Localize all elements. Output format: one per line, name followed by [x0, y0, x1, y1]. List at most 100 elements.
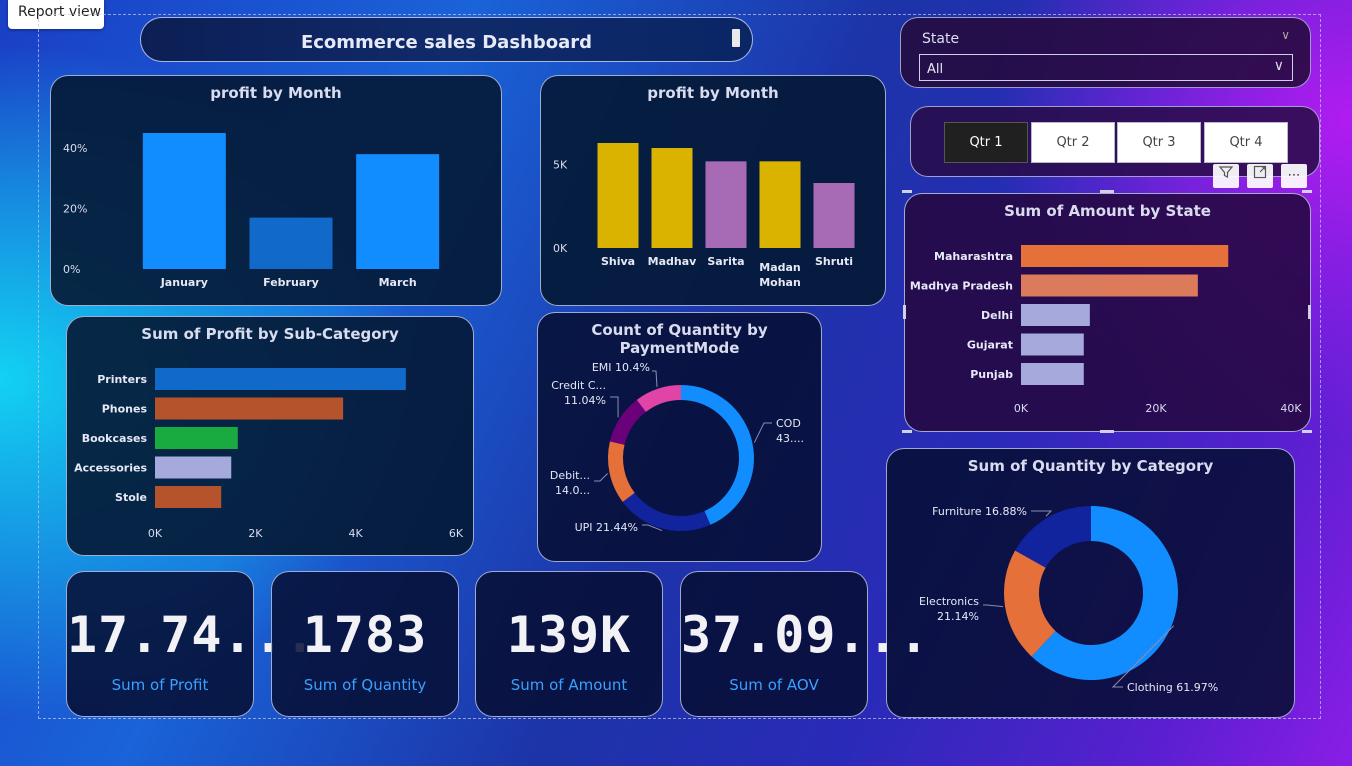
kpi-card-amount[interactable]: 139K Sum of Amount — [475, 571, 663, 717]
y-tick-label: Maharashtra — [934, 250, 1013, 263]
kpi-card-aov[interactable]: 37.09... Sum of AOV — [680, 571, 930, 717]
leader-line[interactable] — [753, 422, 772, 443]
selection-handle[interactable] — [1100, 430, 1114, 433]
amount-by-state-card[interactable]: Sum of Amount by State Maharashtra Madhya… — [904, 193, 1311, 432]
kpi-card-quantity[interactable]: 1783 Sum of Quantity — [271, 571, 459, 717]
state-slicer[interactable]: State ∨ All ∨ — [900, 17, 1311, 88]
quantity-by-category-card[interactable]: Sum of Quantity by Category Clothing 61.… — [886, 448, 1295, 718]
profit-by-subcategory-card[interactable]: Sum of Profit by Sub-Category Printers Ph… — [66, 316, 474, 556]
y-tick-label: 0% — [63, 263, 80, 276]
bar[interactable] — [142, 133, 226, 269]
bar[interactable] — [155, 427, 238, 449]
selection-handle[interactable] — [902, 430, 912, 433]
kpi-label: Sum of AOV — [729, 676, 819, 694]
data-label: UPI 21.44% — [575, 521, 638, 534]
title-bar-handle-icon — [732, 29, 740, 47]
quantity-by-paymentmode-card[interactable]: Count of Quantity by PaymentMode COD 43..… — [537, 312, 822, 562]
bar[interactable] — [1021, 333, 1084, 356]
leader-line[interactable] — [610, 396, 619, 418]
chevron-down-icon[interactable]: ∨ — [1274, 58, 1284, 74]
y-tick-label: Bookcases — [82, 432, 148, 445]
qtr-1-button[interactable]: Qtr 1 — [944, 122, 1028, 163]
y-tick-label: 40% — [63, 142, 87, 155]
y-tick-label: Accessories — [74, 462, 147, 475]
y-tick-label: 0K — [553, 242, 568, 255]
profit-by-person-card[interactable]: profit by Month 0K 5K Shiva Madhav Sarita Mad… — [540, 75, 886, 306]
profit-by-person-chart: 0K 5K Shiva Madhav Sarita Madan Mohan Shruti — [553, 143, 855, 289]
bar[interactable] — [813, 183, 855, 248]
selection-handle[interactable] — [1308, 305, 1311, 319]
x-tick-label: March — [379, 276, 417, 289]
bar[interactable] — [651, 148, 693, 248]
qtr-4-button[interactable]: Qtr 4 — [1204, 122, 1288, 163]
quantity-by-paymentmode-chart: COD 43.... UPI 21.44% Debit... 14.0... Credit… — [550, 361, 804, 534]
x-tick-label: 0K — [1014, 402, 1029, 415]
x-tick-label: February — [263, 276, 319, 289]
selection-handle[interactable] — [1302, 190, 1312, 193]
state-slicer-label: State — [922, 31, 960, 47]
leader-line[interactable] — [652, 370, 658, 387]
kpi-value: 37.09... — [681, 606, 930, 664]
donut-slice[interactable] — [636, 385, 681, 412]
donut-slice[interactable] — [681, 385, 754, 525]
x-tick-label: 0K — [148, 527, 163, 540]
state-dropdown[interactable]: All ∨ — [919, 54, 1293, 81]
kpi-value: 17.74... — [67, 606, 316, 664]
kpi-value: 139K — [506, 606, 632, 664]
kpi-card-profit[interactable]: 17.74... Sum of Profit — [66, 571, 316, 717]
y-tick-label: Delhi — [981, 309, 1013, 322]
kpi-label: Sum of Quantity — [303, 676, 427, 694]
data-label: Furniture 16.88% — [932, 505, 1027, 518]
x-tick-label: Madan Mohan — [759, 261, 801, 289]
profit-by-subcategory-chart: Printers Phones Bookcases Accessories Stole 0… — [74, 368, 464, 540]
bar[interactable] — [1021, 274, 1198, 297]
kpi-label: Sum of Amount — [510, 676, 628, 694]
dashboard-title-bar: Ecommerce sales Dashboard — [140, 17, 753, 62]
x-tick-label: January — [160, 276, 208, 289]
selection-handle[interactable] — [1100, 190, 1114, 193]
bar[interactable] — [1021, 363, 1084, 385]
bar[interactable] — [155, 368, 406, 390]
bar[interactable] — [155, 397, 344, 420]
slicer-collapse-chevron-icon[interactable]: ∨ — [1281, 28, 1290, 42]
data-label: EMI 10.4% — [592, 361, 650, 374]
bar[interactable] — [1021, 304, 1090, 326]
x-tick-label: Madhav — [648, 255, 697, 268]
bar[interactable] — [597, 143, 639, 248]
qtr-3-button[interactable]: Qtr 3 — [1117, 122, 1201, 163]
bar[interactable] — [155, 456, 232, 479]
y-tick-label: Madhya Pradesh — [910, 280, 1013, 293]
leader-line[interactable] — [594, 473, 608, 482]
y-tick-label: 20% — [63, 203, 87, 216]
data-label: Credit C... 11.04% — [551, 379, 606, 407]
bar[interactable] — [249, 217, 333, 269]
selection-handle[interactable] — [1302, 430, 1312, 433]
data-label: COD 43.... — [776, 417, 804, 445]
quantity-by-category-chart: Clothing 61.97%Electronics 21.14%Furnitur… — [919, 505, 1218, 694]
qtr-2-button[interactable]: Qtr 2 — [1031, 122, 1115, 163]
profit-by-month-card[interactable]: profit by Month 0% 20% 40% January February M… — [50, 75, 502, 306]
x-tick-label: 2K — [248, 527, 263, 540]
dashboard-title: Ecommerce sales Dashboard — [300, 32, 593, 53]
filter-icon[interactable] — [1213, 164, 1239, 188]
bar[interactable] — [705, 161, 747, 248]
focus-mode-icon[interactable] — [1247, 164, 1273, 188]
leader-line[interactable] — [983, 604, 1004, 608]
amount-by-state-chart: Maharashtra Madhya Pradesh Delhi Gujarat Pun… — [910, 245, 1302, 415]
y-tick-label: Phones — [102, 403, 148, 416]
selection-handle[interactable] — [903, 305, 906, 319]
x-tick-label: 6K — [449, 527, 464, 540]
y-tick-label: Stole — [115, 491, 147, 504]
more-options-icon[interactable]: ⋯ — [1281, 164, 1307, 188]
leader-line[interactable] — [1031, 510, 1053, 517]
bar[interactable] — [759, 161, 801, 248]
kpi-label: Sum of Profit — [111, 676, 209, 694]
bar[interactable] — [1021, 245, 1229, 267]
x-tick-label: Shiva — [601, 255, 635, 268]
selection-handle[interactable] — [902, 190, 912, 193]
x-tick-label: 4K — [349, 527, 364, 540]
donut-slice[interactable] — [609, 399, 646, 445]
bar[interactable] — [155, 486, 222, 508]
donut-slice[interactable] — [608, 441, 635, 502]
bar[interactable] — [356, 154, 440, 269]
